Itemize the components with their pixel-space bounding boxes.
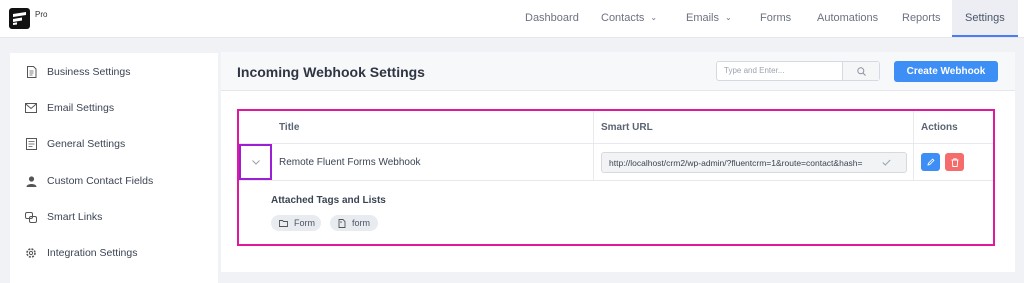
webhook-title: Remote Fluent Forms Webhook (279, 157, 421, 168)
top-navbar: Pro Dashboard Contacts ⌄ Emails ⌄ Forms Au… (0, 0, 1024, 38)
settings-list-icon (25, 138, 37, 150)
search-placeholder: Type and Enter... (724, 66, 785, 75)
smart-url-value: http://localhost/crm2/wp-admin/?fluentcr… (609, 158, 863, 168)
pro-badge: Pro (35, 10, 48, 19)
sidebar-item-integration-settings[interactable]: Integration Settings (25, 243, 137, 263)
expand-row-toggle[interactable] (239, 144, 272, 180)
nav-label: Emails (686, 12, 720, 24)
links-icon (25, 211, 37, 223)
chevron-down-icon: ⌄ (650, 13, 658, 22)
sidebar-item-business-settings[interactable]: Business Settings (25, 62, 130, 82)
nav-forms[interactable]: Forms (760, 0, 791, 36)
sidebar-item-label: Smart Links (47, 211, 103, 223)
sidebar-item-email-settings[interactable]: Email Settings (25, 98, 114, 118)
sidebar-item-custom-contact-fields[interactable]: Custom Contact Fields (25, 171, 153, 191)
panel-header: Incoming Webhook Settings Type and Enter… (221, 52, 1015, 91)
create-webhook-button[interactable]: Create Webhook (894, 61, 998, 82)
column-actions: Actions (921, 122, 958, 133)
settings-sidebar: Business Settings Email Settings General… (10, 53, 218, 283)
tag-icon (338, 218, 346, 228)
trash-icon (951, 157, 958, 167)
sidebar-item-label: Custom Contact Fields (47, 175, 154, 187)
chip-label: form (352, 218, 370, 228)
mail-icon (25, 102, 37, 114)
sidebar-item-label: Business Settings (47, 66, 131, 78)
gear-icon (25, 247, 37, 259)
user-icon (25, 175, 37, 187)
page-title: Incoming Webhook Settings (237, 64, 425, 80)
fluentcrm-logo[interactable] (9, 8, 30, 29)
folder-icon (279, 219, 288, 227)
nav-contacts[interactable]: Contacts ⌄ (601, 0, 657, 36)
attached-tag-chip: form (330, 215, 378, 231)
nav-emails[interactable]: Emails ⌄ (686, 0, 732, 36)
column-smart-url: Smart URL (601, 122, 653, 133)
search-input[interactable]: Type and Enter... (716, 61, 880, 81)
nav-label: Reports (902, 12, 941, 24)
edit-button[interactable] (921, 153, 940, 171)
column-title: Title (279, 122, 300, 133)
chevron-down-icon: ⌄ (725, 13, 732, 22)
smart-url-field[interactable]: http://localhost/crm2/wp-admin/?fluentcr… (601, 152, 907, 173)
chip-label: Form (294, 218, 315, 228)
sidebar-item-smart-links[interactable]: Smart Links (25, 207, 102, 227)
sidebar-item-label: General Settings (47, 138, 126, 150)
attached-list-chip: Form (271, 215, 321, 231)
copy-check-icon[interactable] (866, 153, 906, 172)
search-icon[interactable] (842, 62, 879, 80)
nav-label: Contacts (601, 12, 645, 24)
nav-label: Dashboard (525, 12, 579, 24)
attached-tags-heading: Attached Tags and Lists (271, 195, 386, 206)
nav-label: Forms (760, 12, 792, 24)
chevron-down-icon (251, 159, 260, 165)
nav-label: Automations (817, 12, 879, 24)
sidebar-item-label: Email Settings (47, 102, 115, 114)
edit-icon (926, 158, 935, 166)
nav-dashboard[interactable]: Dashboard (525, 0, 579, 36)
sidebar-item-general-settings[interactable]: General Settings (25, 134, 125, 154)
document-icon (25, 66, 37, 78)
webhooks-table: Title Smart URL Actions Remote Fluent Fo… (237, 109, 995, 246)
nav-settings[interactable]: Settings (952, 0, 1018, 37)
nav-automations[interactable]: Automations (817, 0, 878, 36)
nav-reports[interactable]: Reports (902, 0, 941, 36)
webhook-settings-panel: Incoming Webhook Settings Type and Enter… (221, 52, 1015, 272)
nav-label: Settings (965, 12, 1005, 24)
table-header: Title Smart URL Actions (239, 111, 993, 144)
delete-button[interactable] (945, 153, 964, 171)
sidebar-item-label: Integration Settings (47, 247, 138, 259)
table-row: Remote Fluent Forms Webhook http://local… (239, 144, 993, 181)
